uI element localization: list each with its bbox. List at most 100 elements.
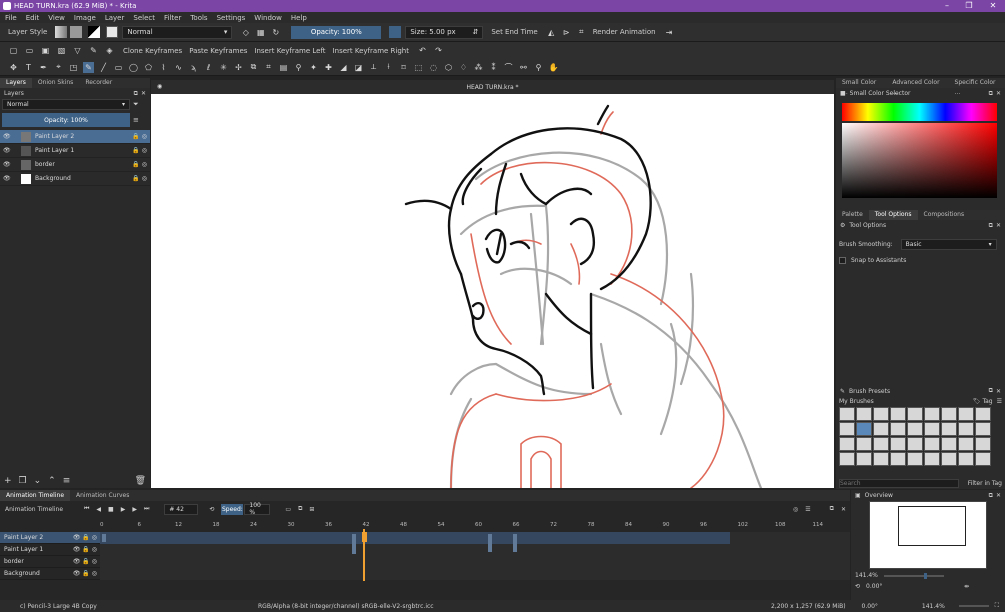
brush-preset-item[interactable] (941, 437, 957, 451)
undo-icon[interactable]: ↶ (417, 45, 428, 56)
brush-preset-item[interactable] (958, 437, 974, 451)
rotate-left-icon[interactable]: ⟲ (855, 583, 860, 590)
keyframe[interactable] (488, 534, 492, 552)
layer-properties-icon[interactable]: 🔒 ◎ (132, 147, 147, 154)
rectangle-tool-icon[interactable]: ▭ (113, 62, 124, 73)
measure-tool-icon[interactable]: ⟊ (383, 62, 394, 73)
document-tab[interactable]: HEAD TURN.kra * (466, 84, 518, 91)
brush-preset-item[interactable] (924, 452, 940, 466)
brush-preset-item[interactable] (958, 422, 974, 436)
save-icon[interactable]: ▣ (40, 45, 51, 56)
brush-preset-item[interactable] (907, 407, 923, 421)
ellipse-tool-icon[interactable]: ◯ (128, 62, 139, 73)
insert-keyframe-right-button[interactable]: Insert Keyframe Right (333, 47, 409, 55)
multibrush-tool-icon[interactable]: ✳ (218, 62, 229, 73)
brush-preset-item[interactable] (941, 407, 957, 421)
gradient-icon[interactable] (55, 26, 68, 38)
brush-preset-item[interactable] (924, 422, 940, 436)
gradient-tool-icon[interactable]: ▤ (278, 62, 289, 73)
overview-zoom-slider[interactable] (883, 572, 944, 579)
status-rotation[interactable]: 0.00° (862, 603, 878, 610)
blend-mode-select[interactable]: Normal ▾ (122, 25, 233, 39)
current-frame-field[interactable]: # 42 (164, 503, 199, 515)
tab-compositions[interactable]: Compositions (918, 210, 971, 220)
brush-preset-item[interactable] (873, 422, 889, 436)
brush-preset-item[interactable] (907, 437, 923, 451)
contiguous-select-tool-icon[interactable]: ⁂ (473, 62, 484, 73)
polygon-select-tool-icon[interactable]: ⬡ (443, 62, 454, 73)
delete-layer-icon[interactable]: 🗑 (135, 476, 146, 486)
speed-field[interactable]: 100 % (244, 502, 271, 516)
crop-tool-icon[interactable]: ⌗ (263, 62, 274, 73)
status-brush[interactable]: c) Pencil-3 Large 4B Copy (20, 603, 258, 610)
opacity-slider[interactable]: Opacity: 100% (291, 25, 382, 39)
duplicate-layer-icon[interactable]: ❐ (19, 476, 27, 486)
menu-view[interactable]: View (48, 14, 65, 22)
dynamic-brush-tool-icon[interactable]: ℓ (203, 62, 214, 73)
play-icon[interactable]: ▶ (121, 506, 126, 513)
menu-settings[interactable]: Settings (217, 14, 246, 22)
first-frame-icon[interactable]: ⏮ (84, 505, 89, 513)
open-folder-icon[interactable]: ▭ (24, 45, 35, 56)
keyframe[interactable] (513, 534, 517, 552)
calligraphy-tool-icon[interactable]: ✒ (38, 62, 49, 73)
tab-animation-timeline[interactable]: Animation Timeline (0, 490, 71, 501)
timeline-layer-row[interactable]: border 👁 🔒 ◎ (0, 556, 100, 568)
brush-preset-item[interactable] (975, 452, 991, 466)
add-layer-icon[interactable]: + (4, 476, 12, 486)
tab-palette[interactable]: Palette (836, 210, 869, 220)
drop-frames-icon[interactable]: ⧉ (298, 505, 302, 513)
brush-preset-item[interactable] (924, 437, 940, 451)
maximize-button[interactable]: ❐ (958, 0, 980, 12)
vector-select-tool-icon[interactable]: ◳ (68, 62, 79, 73)
menu-help[interactable]: Help (291, 14, 307, 22)
keyframe-icon[interactable]: ◈ (104, 45, 115, 56)
export-icon[interactable]: ⇥ (664, 27, 675, 38)
layer-row-background[interactable]: 👁 Background 🔒 ◎ (0, 172, 150, 186)
reference-tool-icon[interactable]: ⌑ (398, 62, 409, 73)
overview-rotation-value[interactable]: 0.00° (866, 583, 882, 590)
menu-select[interactable]: Select (133, 14, 155, 22)
assistant-tool-icon[interactable]: ⟂ (368, 62, 379, 73)
layer-row-paint-layer-2[interactable]: 👁 Paint Layer 2 🔒 ◎ (0, 130, 150, 144)
redo-icon[interactable]: ↷ (433, 45, 444, 56)
timeline-layer-row[interactable]: Paint Layer 1 👁 🔒 ◎ (0, 544, 100, 556)
snap-to-assistants-checkbox[interactable] (839, 257, 846, 264)
polygon-tool-icon[interactable]: ⬠ (143, 62, 154, 73)
text-tool-icon[interactable]: T (23, 62, 34, 73)
float-docker-icon[interactable]: ⧉ (830, 505, 834, 513)
minimize-button[interactable]: – (936, 0, 958, 12)
transform-layer-icon[interactable]: ⧉ (248, 62, 259, 73)
last-frame-icon[interactable]: ⏭ (144, 505, 149, 513)
tab-specific-color[interactable]: Specific Color ... (949, 78, 1005, 96)
overview-zoom-value[interactable]: 141.4% (855, 572, 878, 579)
fg-bg-color-icon[interactable] (88, 26, 101, 38)
brush-preset-icon[interactable] (106, 26, 119, 38)
tab-recorder[interactable]: Recorder (79, 78, 118, 88)
close-docker-icon[interactable]: ✕ (996, 492, 1001, 499)
menu-window[interactable]: Window (254, 14, 282, 22)
timeline-menu-icon[interactable]: ☰ (805, 506, 810, 513)
previous-keyframe-icon[interactable]: ◀ (96, 506, 101, 513)
zoom-tool-icon[interactable]: ⚲ (533, 62, 544, 73)
brush-preset-item[interactable] (873, 452, 889, 466)
float-docker-icon[interactable]: ⧉ (989, 222, 993, 230)
audio-icon[interactable]: ⊞ (309, 506, 314, 513)
freehand-brush-tool-icon[interactable]: ✎ (83, 61, 94, 73)
flow-slider-handle[interactable] (389, 26, 402, 38)
float-docker-icon[interactable]: ⧉ (989, 492, 993, 500)
menu-filter[interactable]: Filter (164, 14, 181, 22)
brush-preset-item[interactable] (890, 452, 906, 466)
close-docker-icon[interactable]: ✕ (996, 222, 1001, 229)
status-zoom[interactable]: 141.4% (922, 603, 945, 610)
brush-preset-item[interactable] (975, 407, 991, 421)
close-docker-icon[interactable]: ✕ (841, 506, 846, 513)
brush-preset-item[interactable] (958, 407, 974, 421)
keyframe[interactable] (102, 534, 106, 542)
timeline-ruler[interactable]: 0 6 12 18 24 30 36 42 48 54 60 66 72 78 84 90 96 102 108 11… (100, 522, 850, 531)
menu-tools[interactable]: Tools (190, 14, 207, 22)
layer-opacity-slider[interactable]: Opacity: 100% (2, 113, 130, 127)
tab-animation-curves[interactable]: Animation Curves (70, 490, 135, 501)
polyline-tool-icon[interactable]: ⌇ (158, 62, 169, 73)
layer-name[interactable]: Paint Layer 2 (35, 133, 74, 140)
